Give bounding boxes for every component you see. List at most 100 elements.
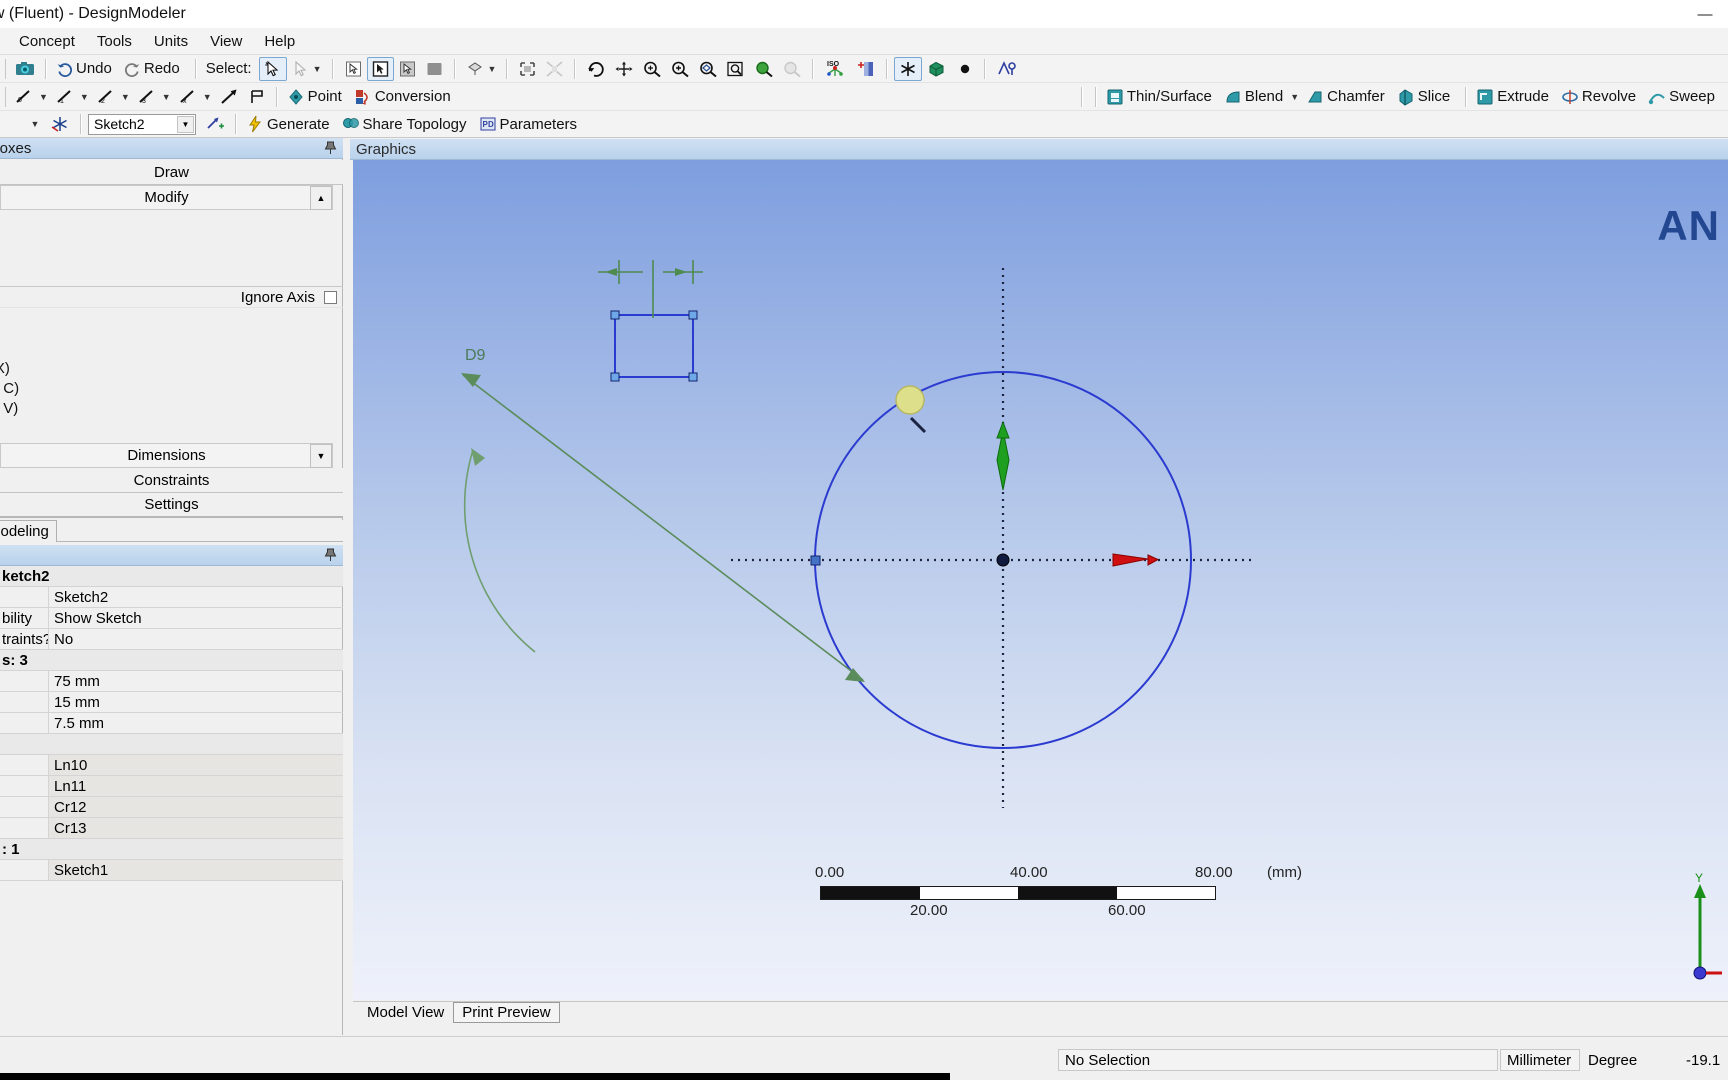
rotate-icon[interactable] — [582, 57, 610, 81]
pan-icon[interactable] — [610, 57, 638, 81]
line-tool-2-icon[interactable]: 2 ▼ — [93, 85, 134, 109]
display-model-icon[interactable] — [922, 57, 952, 81]
minimize-button[interactable]: — — [1682, 0, 1728, 28]
select-vertex-icon[interactable] — [340, 57, 367, 81]
menu-view[interactable]: View — [199, 30, 253, 53]
line-tool-x-icon[interactable]: x ▼ — [175, 85, 216, 109]
orientation-triad[interactable]: Y — [1678, 872, 1722, 982]
table-row[interactable]: Ln10 — [0, 755, 343, 776]
chamfer-button[interactable]: Chamfer — [1303, 85, 1394, 109]
ignore-axis-checkbox[interactable] — [324, 290, 337, 304]
collapse-selection-icon[interactable] — [541, 57, 568, 81]
extrude-button[interactable]: Extrude — [1473, 85, 1558, 109]
table-row[interactable]: 15 mm — [0, 692, 343, 713]
line-tool-icon[interactable]: 0 ▼ — [11, 85, 52, 109]
graphics-viewport[interactable]: AN D9 0.00 40.00 80.00 (mm) 20.00 60.00 … — [353, 160, 1728, 1000]
new-plane-icon[interactable] — [46, 112, 74, 136]
scroll-down-button[interactable]: ▼ — [310, 444, 332, 468]
table-row[interactable]: Ln11 — [0, 776, 343, 797]
tab-modeling[interactable]: Modeling — [0, 520, 57, 542]
select-body-icon[interactable] — [421, 57, 448, 81]
table-row[interactable]: Sketch2 — [0, 587, 343, 608]
thin-surface-button[interactable]: Thin/Surface — [1103, 85, 1221, 109]
red-drag-arrow[interactable] — [1112, 553, 1160, 567]
generate-button[interactable]: Generate — [243, 112, 339, 136]
select-edge-icon[interactable] — [366, 56, 394, 81]
chevron-down-icon[interactable]: ▼ — [80, 92, 89, 102]
chevron-down-icon[interactable]: ▼ — [39, 92, 48, 102]
select-single-icon[interactable] — [258, 56, 287, 81]
sketch-section-settings[interactable]: Settings — [0, 493, 343, 518]
pin-icon[interactable] — [324, 141, 337, 155]
chevron-down-icon[interactable]: ▼ — [313, 64, 322, 74]
blend-button[interactable]: Blend ▼ — [1221, 85, 1303, 109]
cross-section-icon[interactable] — [992, 57, 1022, 81]
parameters-button[interactable]: P D Parameters — [476, 112, 587, 136]
chevron-down-icon[interactable]: ▼ — [121, 92, 130, 102]
select-mode-icon[interactable]: ▼ — [462, 57, 501, 81]
sketch-vertex[interactable] — [810, 555, 821, 566]
slice-button[interactable]: Slice — [1394, 85, 1460, 109]
menu-concept[interactable]: Concept — [8, 30, 86, 53]
table-row[interactable]: Cr12 — [0, 797, 343, 818]
sketch-vertex[interactable] — [610, 372, 620, 382]
extend-selection-icon[interactable] — [514, 57, 541, 81]
table-row[interactable]: Sketch1 — [0, 860, 343, 881]
table-row[interactable]: 7.5 mm — [0, 713, 343, 734]
green-drag-arrow[interactable] — [996, 420, 1010, 491]
chevron-down-icon[interactable]: ▼ — [162, 92, 171, 102]
new-sketch-icon[interactable] — [201, 112, 229, 136]
zoom-icon[interactable] — [638, 57, 666, 81]
sketch-rectangle[interactable] — [614, 314, 694, 378]
share-topology-button[interactable]: Share Topology — [339, 112, 476, 136]
select-box-icon[interactable]: ▼ — [287, 57, 326, 81]
chevron-down-icon[interactable]: ▼ — [203, 92, 212, 102]
chevron-down-icon[interactable]: ▼ — [177, 115, 194, 133]
arrow-tool-icon[interactable] — [216, 85, 244, 109]
zoom-in-icon[interactable] — [666, 57, 694, 81]
menu-tools[interactable]: Tools — [86, 30, 143, 53]
redo-button[interactable]: Redo — [121, 57, 189, 81]
conversion-button[interactable]: Conversion — [351, 85, 460, 109]
look-at-icon[interactable] — [852, 57, 880, 81]
display-plane-icon[interactable] — [894, 56, 923, 81]
hover-highlight-marker[interactable] — [895, 385, 925, 415]
sketch-vertex[interactable] — [610, 310, 620, 320]
iso-view-icon[interactable]: ISO — [820, 57, 852, 81]
zoom-to-fit-icon[interactable] — [694, 57, 722, 81]
menu-units[interactable]: Units — [143, 30, 199, 53]
chevron-down-icon[interactable]: ▼ — [1290, 92, 1299, 102]
table-row[interactable]: Cr13 — [0, 818, 343, 839]
camera-icon[interactable] — [11, 57, 39, 81]
undo-button[interactable]: Undo — [53, 57, 121, 81]
zoom-in-green-icon[interactable] — [750, 57, 778, 81]
menu-help[interactable]: Help — [253, 30, 306, 53]
point-button[interactable]: Point — [284, 85, 351, 109]
tab-model-view[interactable]: Model View — [358, 1002, 453, 1023]
tab-print-preview[interactable]: Print Preview — [453, 1002, 560, 1023]
d9-dimension-line[interactable] — [462, 374, 864, 681]
chevron-down-icon[interactable]: ▼ — [31, 119, 40, 129]
sketch-section-draw[interactable]: Draw — [0, 160, 343, 185]
pin-icon[interactable] — [324, 548, 337, 562]
point-display-icon[interactable] — [952, 57, 978, 81]
origin-point[interactable] — [996, 553, 1010, 567]
zoom-out-icon[interactable] — [778, 57, 806, 81]
sketch-section-modify[interactable]: Modify ▲ — [0, 185, 333, 210]
sketch-vertex[interactable] — [688, 372, 698, 382]
select-face-icon[interactable] — [394, 57, 421, 81]
flag-tool-icon[interactable] — [244, 85, 270, 109]
revolve-button[interactable]: Revolve — [1558, 85, 1645, 109]
table-row[interactable]: traints? No — [0, 629, 343, 650]
box-zoom-icon[interactable] — [722, 57, 750, 81]
chevron-down-icon[interactable]: ▼ — [488, 64, 497, 74]
line-tool-1-icon[interactable]: 1 ▼ — [52, 85, 93, 109]
sketch-section-dimensions[interactable]: Dimensions ▼ — [0, 443, 333, 468]
table-row[interactable]: 75 mm — [0, 671, 343, 692]
sketch-select[interactable]: Sketch2 ▼ — [88, 113, 196, 135]
line-tool-3-icon[interactable]: 3 ▼ — [134, 85, 175, 109]
table-row[interactable]: bility Show Sketch — [0, 608, 343, 629]
sweep-button[interactable]: Sweep — [1645, 85, 1724, 109]
sketch-vertex[interactable] — [688, 310, 698, 320]
sketch-section-constraints[interactable]: Constraints — [0, 468, 343, 493]
